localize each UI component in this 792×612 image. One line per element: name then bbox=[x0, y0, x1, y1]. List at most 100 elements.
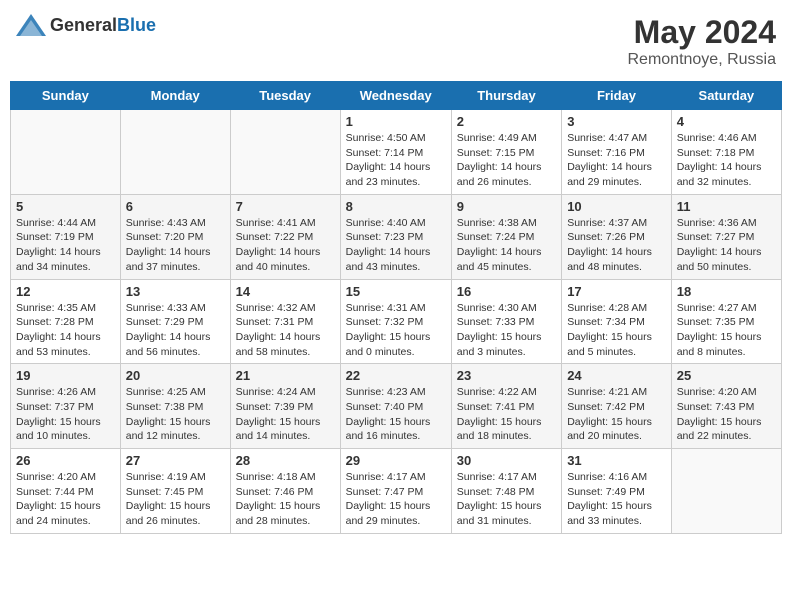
day-info: Sunrise: 4:47 AM Sunset: 7:16 PM Dayligh… bbox=[567, 131, 666, 190]
day-info: Sunrise: 4:21 AM Sunset: 7:42 PM Dayligh… bbox=[567, 385, 666, 444]
day-number: 17 bbox=[567, 284, 666, 299]
day-info: Sunrise: 4:23 AM Sunset: 7:40 PM Dayligh… bbox=[346, 385, 446, 444]
calendar-cell: 16 Sunrise: 4:30 AM Sunset: 7:33 PM Dayli… bbox=[451, 279, 561, 364]
day-number: 21 bbox=[236, 368, 335, 383]
day-info: Sunrise: 4:49 AM Sunset: 7:15 PM Dayligh… bbox=[457, 131, 556, 190]
day-number: 1 bbox=[346, 114, 446, 129]
calendar-week-1: 1 Sunrise: 4:50 AM Sunset: 7:14 PM Daylig… bbox=[11, 110, 782, 195]
day-info: Sunrise: 4:26 AM Sunset: 7:37 PM Dayligh… bbox=[16, 385, 115, 444]
day-number: 22 bbox=[346, 368, 446, 383]
day-number: 5 bbox=[16, 199, 115, 214]
day-number: 23 bbox=[457, 368, 556, 383]
calendar-cell bbox=[671, 449, 781, 534]
day-info: Sunrise: 4:22 AM Sunset: 7:41 PM Dayligh… bbox=[457, 385, 556, 444]
calendar-cell: 14 Sunrise: 4:32 AM Sunset: 7:31 PM Dayli… bbox=[230, 279, 340, 364]
day-info: Sunrise: 4:36 AM Sunset: 7:27 PM Dayligh… bbox=[677, 216, 776, 275]
day-info: Sunrise: 4:32 AM Sunset: 7:31 PM Dayligh… bbox=[236, 301, 335, 360]
day-info: Sunrise: 4:46 AM Sunset: 7:18 PM Dayligh… bbox=[677, 131, 776, 190]
day-number: 13 bbox=[126, 284, 225, 299]
calendar-cell: 11 Sunrise: 4:36 AM Sunset: 7:27 PM Dayli… bbox=[671, 194, 781, 279]
column-header-saturday: Saturday bbox=[671, 82, 781, 110]
calendar-cell: 6 Sunrise: 4:43 AM Sunset: 7:20 PM Daylig… bbox=[120, 194, 230, 279]
calendar-cell: 13 Sunrise: 4:33 AM Sunset: 7:29 PM Dayli… bbox=[120, 279, 230, 364]
page-header: GeneralBlue May 2024 Remontnoye, Russia bbox=[10, 10, 782, 73]
day-info: Sunrise: 4:20 AM Sunset: 7:44 PM Dayligh… bbox=[16, 470, 115, 529]
calendar-cell: 22 Sunrise: 4:23 AM Sunset: 7:40 PM Dayli… bbox=[340, 364, 451, 449]
day-number: 4 bbox=[677, 114, 776, 129]
day-number: 24 bbox=[567, 368, 666, 383]
calendar-cell: 15 Sunrise: 4:31 AM Sunset: 7:32 PM Dayli… bbox=[340, 279, 451, 364]
logo-icon bbox=[16, 14, 46, 36]
calendar-cell: 17 Sunrise: 4:28 AM Sunset: 7:34 PM Dayli… bbox=[562, 279, 672, 364]
day-info: Sunrise: 4:27 AM Sunset: 7:35 PM Dayligh… bbox=[677, 301, 776, 360]
day-info: Sunrise: 4:38 AM Sunset: 7:24 PM Dayligh… bbox=[457, 216, 556, 275]
calendar-cell: 9 Sunrise: 4:38 AM Sunset: 7:24 PM Daylig… bbox=[451, 194, 561, 279]
day-number: 29 bbox=[346, 453, 446, 468]
day-info: Sunrise: 4:31 AM Sunset: 7:32 PM Dayligh… bbox=[346, 301, 446, 360]
calendar-cell: 27 Sunrise: 4:19 AM Sunset: 7:45 PM Dayli… bbox=[120, 449, 230, 534]
day-info: Sunrise: 4:18 AM Sunset: 7:46 PM Dayligh… bbox=[236, 470, 335, 529]
day-number: 10 bbox=[567, 199, 666, 214]
calendar-cell: 19 Sunrise: 4:26 AM Sunset: 7:37 PM Dayli… bbox=[11, 364, 121, 449]
calendar-week-2: 5 Sunrise: 4:44 AM Sunset: 7:19 PM Daylig… bbox=[11, 194, 782, 279]
calendar-cell: 23 Sunrise: 4:22 AM Sunset: 7:41 PM Dayli… bbox=[451, 364, 561, 449]
day-info: Sunrise: 4:35 AM Sunset: 7:28 PM Dayligh… bbox=[16, 301, 115, 360]
calendar-cell bbox=[120, 110, 230, 195]
calendar-cell: 25 Sunrise: 4:20 AM Sunset: 7:43 PM Dayli… bbox=[671, 364, 781, 449]
day-number: 15 bbox=[346, 284, 446, 299]
day-number: 9 bbox=[457, 199, 556, 214]
day-info: Sunrise: 4:44 AM Sunset: 7:19 PM Dayligh… bbox=[16, 216, 115, 275]
column-header-monday: Monday bbox=[120, 82, 230, 110]
day-info: Sunrise: 4:40 AM Sunset: 7:23 PM Dayligh… bbox=[346, 216, 446, 275]
calendar-cell: 1 Sunrise: 4:50 AM Sunset: 7:14 PM Daylig… bbox=[340, 110, 451, 195]
logo-text-general: General bbox=[50, 15, 117, 35]
day-number: 6 bbox=[126, 199, 225, 214]
calendar-header-row: SundayMondayTuesdayWednesdayThursdayFrid… bbox=[11, 82, 782, 110]
calendar-cell: 29 Sunrise: 4:17 AM Sunset: 7:47 PM Dayli… bbox=[340, 449, 451, 534]
subtitle: Remontnoye, Russia bbox=[627, 51, 776, 69]
day-number: 30 bbox=[457, 453, 556, 468]
calendar-cell bbox=[11, 110, 121, 195]
calendar-cell: 4 Sunrise: 4:46 AM Sunset: 7:18 PM Daylig… bbox=[671, 110, 781, 195]
day-info: Sunrise: 4:41 AM Sunset: 7:22 PM Dayligh… bbox=[236, 216, 335, 275]
column-header-tuesday: Tuesday bbox=[230, 82, 340, 110]
calendar-cell: 10 Sunrise: 4:37 AM Sunset: 7:26 PM Dayli… bbox=[562, 194, 672, 279]
day-info: Sunrise: 4:28 AM Sunset: 7:34 PM Dayligh… bbox=[567, 301, 666, 360]
day-number: 8 bbox=[346, 199, 446, 214]
day-number: 19 bbox=[16, 368, 115, 383]
day-number: 27 bbox=[126, 453, 225, 468]
calendar-table: SundayMondayTuesdayWednesdayThursdayFrid… bbox=[10, 81, 782, 534]
day-number: 25 bbox=[677, 368, 776, 383]
logo: GeneralBlue bbox=[16, 14, 156, 36]
day-number: 7 bbox=[236, 199, 335, 214]
day-number: 20 bbox=[126, 368, 225, 383]
main-title: May 2024 bbox=[627, 14, 776, 51]
day-number: 2 bbox=[457, 114, 556, 129]
day-number: 3 bbox=[567, 114, 666, 129]
day-number: 26 bbox=[16, 453, 115, 468]
day-number: 16 bbox=[457, 284, 556, 299]
column-header-sunday: Sunday bbox=[11, 82, 121, 110]
column-header-wednesday: Wednesday bbox=[340, 82, 451, 110]
calendar-week-4: 19 Sunrise: 4:26 AM Sunset: 7:37 PM Dayli… bbox=[11, 364, 782, 449]
day-info: Sunrise: 4:17 AM Sunset: 7:47 PM Dayligh… bbox=[346, 470, 446, 529]
day-info: Sunrise: 4:19 AM Sunset: 7:45 PM Dayligh… bbox=[126, 470, 225, 529]
day-info: Sunrise: 4:30 AM Sunset: 7:33 PM Dayligh… bbox=[457, 301, 556, 360]
day-number: 28 bbox=[236, 453, 335, 468]
calendar-week-3: 12Sunrise: 4:35 AM Sunset: 7:28 PM Dayli… bbox=[11, 279, 782, 364]
day-info: Sunrise: 4:16 AM Sunset: 7:49 PM Dayligh… bbox=[567, 470, 666, 529]
day-number: 14 bbox=[236, 284, 335, 299]
calendar-cell: 28 Sunrise: 4:18 AM Sunset: 7:46 PM Dayli… bbox=[230, 449, 340, 534]
calendar-cell: 7 Sunrise: 4:41 AM Sunset: 7:22 PM Daylig… bbox=[230, 194, 340, 279]
day-info: Sunrise: 4:43 AM Sunset: 7:20 PM Dayligh… bbox=[126, 216, 225, 275]
day-number: 11 bbox=[677, 199, 776, 214]
calendar-cell: 3 Sunrise: 4:47 AM Sunset: 7:16 PM Daylig… bbox=[562, 110, 672, 195]
logo-text-blue: Blue bbox=[117, 15, 156, 35]
day-info: Sunrise: 4:37 AM Sunset: 7:26 PM Dayligh… bbox=[567, 216, 666, 275]
calendar-cell: 12Sunrise: 4:35 AM Sunset: 7:28 PM Dayli… bbox=[11, 279, 121, 364]
day-info: Sunrise: 4:20 AM Sunset: 7:43 PM Dayligh… bbox=[677, 385, 776, 444]
day-info: Sunrise: 4:33 AM Sunset: 7:29 PM Dayligh… bbox=[126, 301, 225, 360]
day-info: Sunrise: 4:50 AM Sunset: 7:14 PM Dayligh… bbox=[346, 131, 446, 190]
title-block: May 2024 Remontnoye, Russia bbox=[627, 14, 776, 69]
calendar-week-5: 26 Sunrise: 4:20 AM Sunset: 7:44 PM Dayli… bbox=[11, 449, 782, 534]
